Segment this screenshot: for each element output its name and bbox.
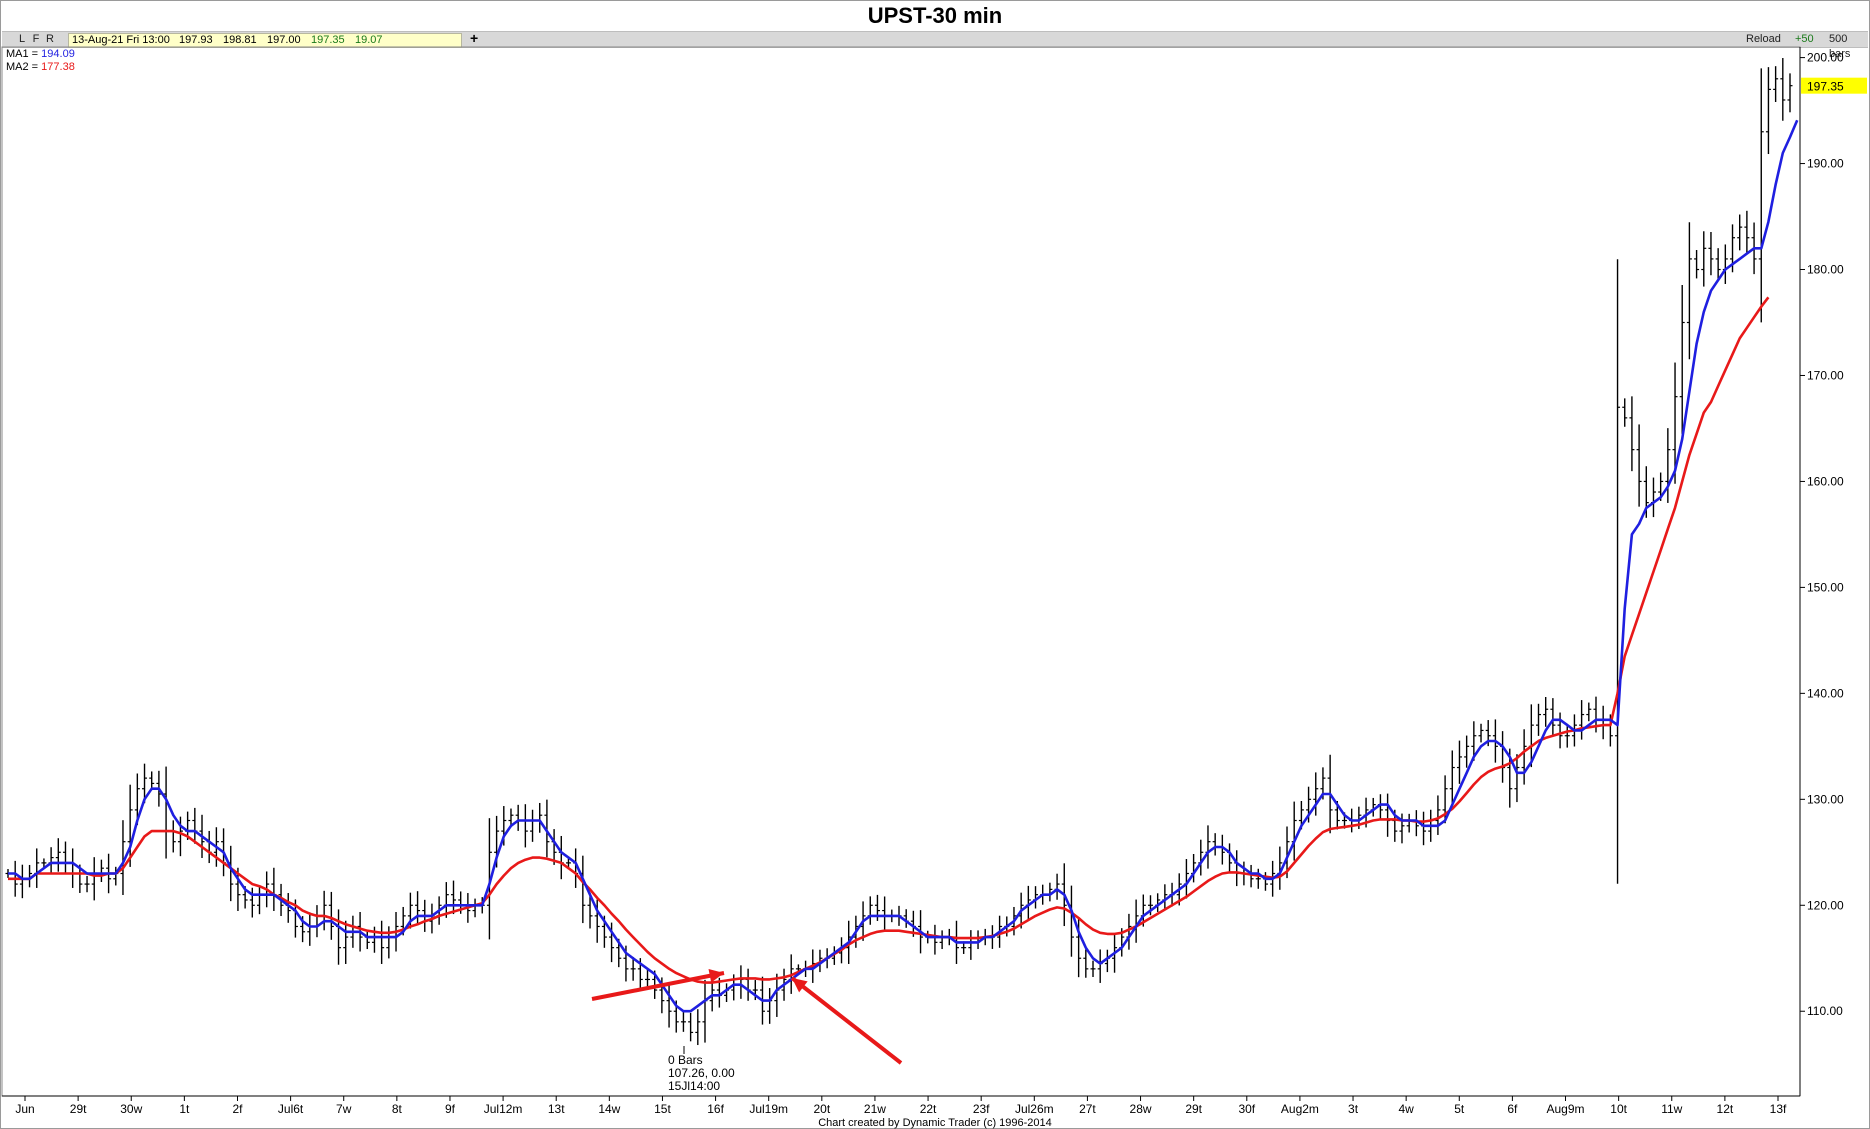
plot-border [1, 46, 1801, 1097]
y-tick-label: 130.00 [1807, 792, 1844, 806]
x-tick-label: 22t [920, 1102, 937, 1116]
x-tick-label: 7w [336, 1102, 352, 1116]
y-tick-label: 160.00 [1807, 474, 1844, 488]
y-tick-label: 190.00 [1807, 157, 1844, 171]
plot-area [1, 46, 1801, 1097]
y-tick-label: 200.00 [1807, 51, 1844, 65]
x-tick-label: 13f [1770, 1102, 1787, 1116]
y-axis: 200.00 190.00 180.00 170.00 160.00 150.00 140.… [1799, 47, 1867, 1096]
footer-credit: Chart created by Dynamic Trader (c) 1996… [818, 1117, 1052, 1129]
x-tick-label: Jul12m [484, 1102, 523, 1116]
x-tick-label: 14w [598, 1102, 620, 1116]
ma2-line [8, 296, 1770, 984]
x-tick-label: Aug2m [1281, 1102, 1319, 1116]
x-tick-label: 12t [1717, 1102, 1734, 1116]
price-chart: 200.00 190.00 180.00 170.00 160.00 150.00 140.… [1, 46, 1867, 1129]
x-tick-label: 30w [120, 1102, 142, 1116]
x-tick-label: Jun [15, 1102, 34, 1116]
x-tick-label: Jul6t [278, 1102, 304, 1116]
x-tick-label: 1t [179, 1102, 190, 1116]
x-tick-label: 3t [1348, 1102, 1359, 1116]
x-tick-label: 23f [973, 1102, 990, 1116]
x-axis: Jun 29t 30w 1t 2f Jul6t 7w 8t 9f Jul12m 13t 14w 15t 1… [2, 1095, 1800, 1129]
x-tick-label: 13t [548, 1102, 565, 1116]
y-tick-label: 110.00 [1807, 1004, 1843, 1018]
y-tick-label: 120.00 [1807, 898, 1844, 912]
x-tick-label: 5t [1454, 1102, 1465, 1116]
y-tick-label: 180.00 [1807, 263, 1844, 277]
x-tick-label: 27t [1079, 1102, 1096, 1116]
annotation-arrow-left [790, 976, 903, 1065]
x-tick-label: 21w [864, 1102, 886, 1116]
x-tick-label: 28w [1130, 1102, 1152, 1116]
x-tick-label: 29t [70, 1102, 87, 1116]
x-tick-label: Jul19m [749, 1102, 788, 1116]
x-tick-label: 6f [1507, 1102, 1518, 1116]
x-tick-label: 11w [1661, 1102, 1682, 1116]
x-tick-label: 2f [232, 1102, 243, 1116]
x-tick-label: 30f [1238, 1102, 1255, 1116]
y-tick-label: 170.00 [1807, 368, 1844, 382]
x-tick-label: Jul26m [1015, 1102, 1054, 1116]
x-tick-label: 8t [392, 1102, 403, 1116]
annotation-text: 107.26, 0.00 [668, 1066, 735, 1080]
y-tick-label: 150.00 [1807, 580, 1844, 594]
x-tick-label: Aug9m [1546, 1102, 1584, 1116]
last-price-label: 197.35 [1807, 80, 1844, 94]
ma1-line [8, 119, 1799, 1013]
y-tick-label: 140.00 [1807, 686, 1844, 700]
x-tick-label: 4w [1398, 1102, 1414, 1116]
x-tick-label: 16f [707, 1102, 724, 1116]
x-tick-label: 29t [1185, 1102, 1202, 1116]
annotation-text: 0 Bars [668, 1053, 703, 1067]
x-tick-label: 15t [654, 1102, 671, 1116]
x-tick-label: 10t [1610, 1102, 1627, 1116]
x-tick-label: 20t [813, 1102, 830, 1116]
x-tick-label: 9f [445, 1102, 456, 1116]
annotation-text: 15Jl14:00 [668, 1079, 720, 1093]
